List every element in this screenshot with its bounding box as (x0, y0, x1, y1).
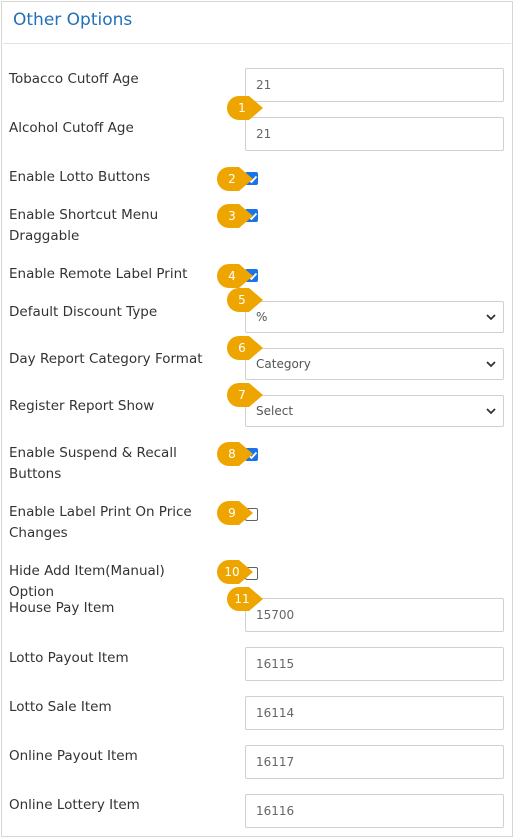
default-discount-type-select[interactable]: % (245, 301, 504, 333)
callout-badge-4: 4 (217, 264, 257, 288)
house-pay-item-label: House Pay Item (9, 600, 115, 616)
enable-remote-label-print-label: Enable Remote Label Print (9, 266, 188, 282)
callout-badge-6: 6 (227, 336, 267, 360)
callout-badge-8: 8 (217, 442, 257, 466)
enable-lotto-buttons-label: Enable Lotto Buttons (9, 169, 151, 185)
panel-title: Other Options (13, 10, 133, 30)
callout-badge-3: 3 (217, 204, 257, 228)
tobacco-cutoff-input[interactable] (245, 68, 504, 102)
online-lottery-item-input[interactable] (245, 794, 504, 828)
lotto-payout-item-input[interactable] (245, 647, 504, 681)
enable-shortcut-menu-label: Enable Shortcut Menu Draggable (9, 207, 159, 244)
default-discount-type-label: Default Discount Type (9, 304, 158, 320)
lotto-sale-item-label: Lotto Sale Item (9, 699, 112, 715)
online-payout-item-input[interactable] (245, 745, 504, 779)
default-discount-type-value: % (256, 310, 268, 324)
register-report-show-label: Register Report Show (9, 398, 155, 414)
callout-badge-1: 1 (227, 96, 267, 120)
online-lottery-item-label: Online Lottery Item (9, 797, 140, 813)
online-payout-item-label: Online Payout Item (9, 748, 138, 764)
callout-badge-9: 9 (217, 501, 257, 525)
callout-badge-10: 10 (217, 560, 257, 584)
house-pay-item-input[interactable] (245, 598, 504, 632)
register-report-show-select[interactable]: Select (245, 395, 504, 427)
lotto-payout-item-label: Lotto Payout Item (9, 650, 129, 666)
enable-label-print-price-label: Enable Label Print On Price Changes (9, 504, 192, 541)
enable-suspend-recall-label: Enable Suspend & Recall Buttons (9, 445, 177, 482)
lotto-sale-item-input[interactable] (245, 696, 504, 730)
callout-badge-2: 2 (217, 167, 257, 191)
callout-badge-5: 5 (227, 288, 267, 312)
callout-badge-11: 11 (227, 587, 267, 611)
hide-add-item-label: Hide Add Item(Manual) Option (9, 563, 165, 600)
chevron-down-icon (486, 361, 496, 368)
title-divider (3, 43, 511, 44)
alcohol-cutoff-label: Alcohol Cutoff Age (9, 120, 134, 136)
tobacco-cutoff-label: Tobacco Cutoff Age (9, 71, 139, 87)
day-report-category-format-select[interactable]: Category (245, 348, 504, 380)
alcohol-cutoff-input[interactable] (245, 117, 504, 151)
callout-badge-7: 7 (227, 383, 267, 407)
day-report-category-format-label: Day Report Category Format (9, 351, 203, 367)
chevron-down-icon (486, 408, 496, 415)
chevron-down-icon (486, 314, 496, 321)
